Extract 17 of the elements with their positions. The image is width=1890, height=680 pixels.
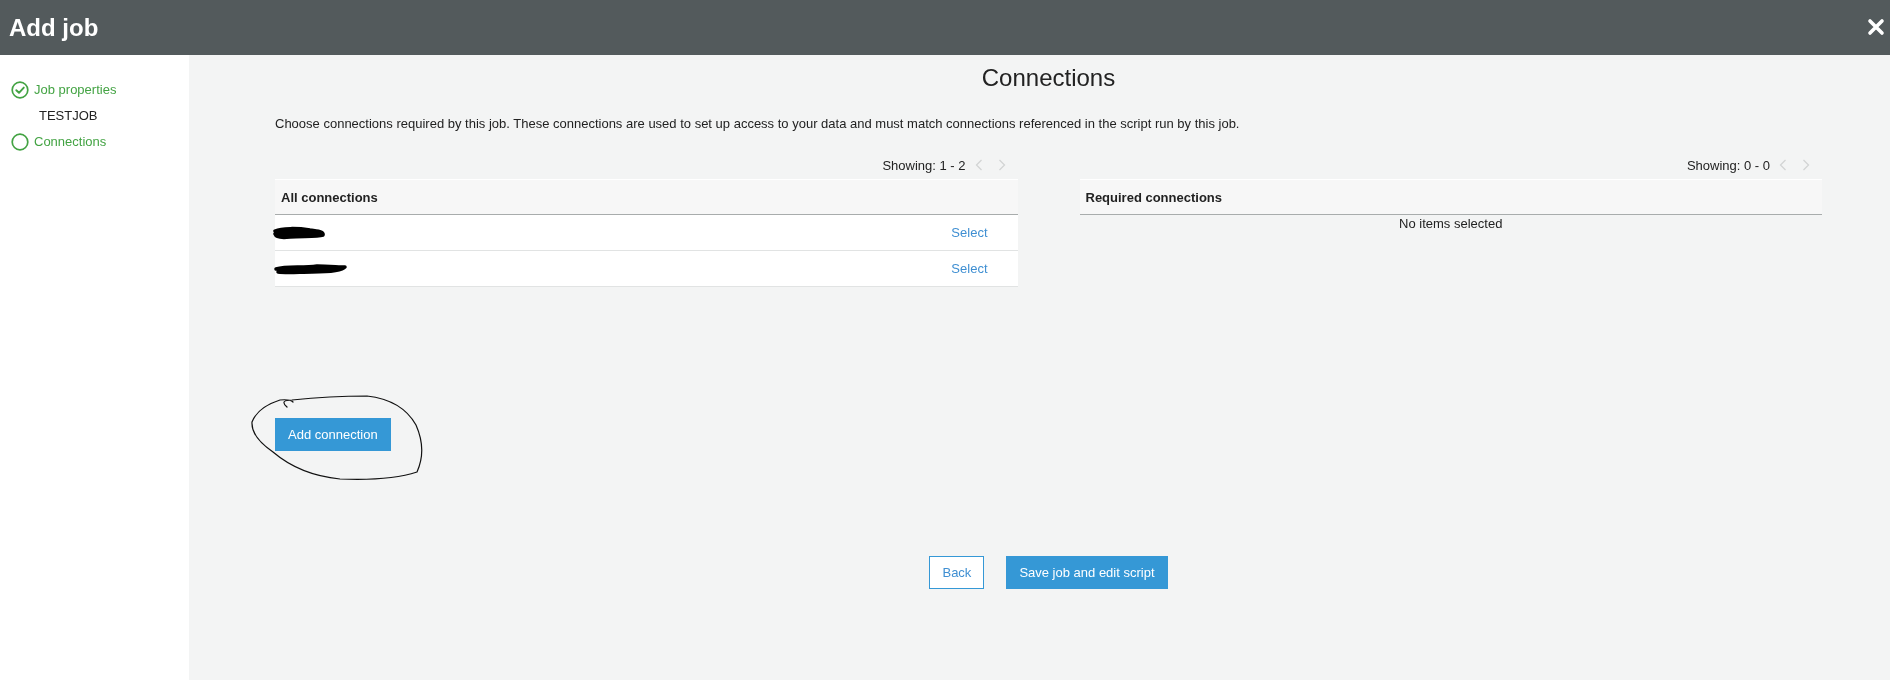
window-title: Add job <box>9 12 99 43</box>
column-header: All connections <box>275 179 1018 215</box>
page-description: Choose connections required by this job. These connections are used to set up access to your data and must match connections referenced in the script run by this job. <box>275 115 1240 133</box>
empty-message: No items selected <box>1399 215 1503 233</box>
select-link[interactable]: Select <box>951 224 988 241</box>
add-connection-button[interactable]: Add connection <box>275 418 391 451</box>
back-button[interactable]: Back <box>929 556 985 589</box>
select-link[interactable]: Select <box>951 260 988 277</box>
column-header: Required connections <box>1079 179 1822 215</box>
pagination-status: Showing: 1 - 2 <box>882 157 966 173</box>
page-title: Connections <box>981 63 1116 93</box>
step-link[interactable]: Connections <box>34 134 107 150</box>
step-link[interactable]: Job properties <box>34 82 117 98</box>
close-icon[interactable] <box>1867 17 1885 36</box>
pagination-status: Showing: 0 - 0 <box>1686 157 1770 173</box>
save-button[interactable]: Save job and edit script <box>1006 556 1168 589</box>
step-detail: TESTJOB <box>39 108 98 124</box>
